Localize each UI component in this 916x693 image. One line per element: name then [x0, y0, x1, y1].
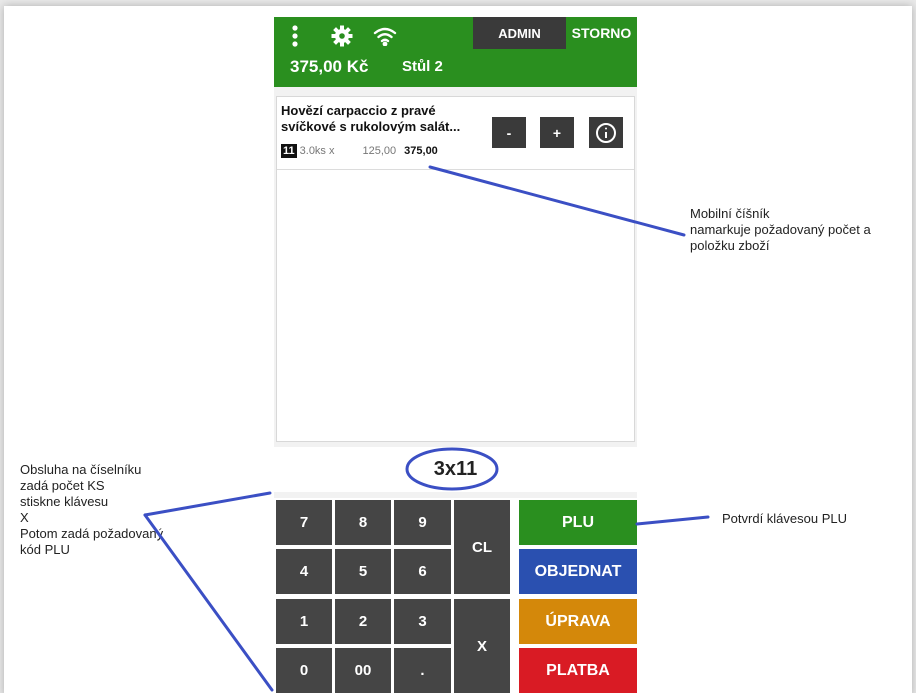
gear-icon[interactable] [330, 23, 354, 49]
info-icon [596, 122, 616, 143]
key-decimal[interactable]: . [394, 648, 451, 693]
key-6[interactable]: 6 [394, 549, 451, 594]
item-code-badge: 11 [281, 144, 297, 158]
item-info: 11 3.0ks x 125,00 375,00 [281, 144, 438, 158]
annotation-waiter: Mobilní číšník namarkuje požadovaný poče… [690, 206, 912, 254]
key-8[interactable]: 8 [335, 500, 391, 545]
key-1[interactable]: 1 [276, 599, 332, 644]
wifi-icon [372, 23, 398, 49]
numeric-keypad: 7 8 9 4 5 6 1 2 3 0 00 . CL X PLU OBJEDN… [274, 498, 637, 693]
decrease-button[interactable]: - [492, 117, 526, 148]
annotation-line: Obsluha na číselníku [20, 462, 142, 477]
annotation-line: Mobilní číšník [690, 206, 770, 221]
key-7[interactable]: 7 [276, 500, 332, 545]
plu-button[interactable]: PLU [519, 500, 637, 545]
annotation-line: X [20, 510, 29, 525]
key-0[interactable]: 0 [276, 648, 332, 693]
key-3[interactable]: 3 [394, 599, 451, 644]
platba-button[interactable]: PLATBA [519, 648, 637, 693]
admin-button[interactable]: ADMIN [473, 17, 566, 49]
pos-app-screen: ADMIN STORNO 375,00 Kč Stůl 2 Hovězí car… [274, 17, 637, 693]
app-header: ADMIN STORNO 375,00 Kč Stůl 2 [274, 17, 637, 87]
objednat-button[interactable]: OBJEDNAT [519, 549, 637, 594]
input-display: 3x11 [274, 447, 637, 492]
annotation-line: Potom zadá požadovaný [20, 526, 164, 541]
table-name: Stůl 2 [402, 58, 443, 75]
annotation-line: namarkuje požadovaný počet a [690, 222, 871, 237]
annotation-line: kód PLU [20, 542, 70, 557]
annotation-line: stiskne klávesu [20, 494, 109, 509]
annotation-line: zadá počet KS [20, 478, 105, 493]
key-4[interactable]: 4 [276, 549, 332, 594]
multiply-button[interactable]: X [454, 599, 510, 693]
key-5[interactable]: 5 [335, 549, 391, 594]
increase-button[interactable]: + [540, 117, 574, 148]
key-9[interactable]: 9 [394, 500, 451, 545]
item-name: Hovězí carpaccio z pravé svíčkové s ruko… [281, 103, 461, 134]
display-value: 3x11 [433, 458, 478, 480]
list-item[interactable]: Hovězí carpaccio z pravé svíčkové s ruko… [277, 97, 634, 170]
more-vert-icon[interactable] [288, 23, 302, 49]
key-2[interactable]: 2 [335, 599, 391, 644]
annotation-confirm: Potvrdí klávesou PLU [722, 511, 848, 526]
uprava-button[interactable]: ÚPRAVA [519, 599, 637, 644]
storno-button[interactable]: STORNO [566, 17, 637, 49]
annotation-line: položku zboží [690, 238, 770, 253]
order-total: 375,00 Kč [290, 57, 369, 76]
clear-button[interactable]: CL [454, 500, 510, 594]
key-00[interactable]: 00 [335, 648, 391, 693]
item-quantity: 3.0ks x [299, 145, 335, 157]
order-list: Hovězí carpaccio z pravé svíčkové s ruko… [276, 96, 635, 442]
annotation-operator: Obsluha na číselníku zadá počet KS stisk… [20, 462, 220, 558]
item-unit-price: 125,00 [362, 145, 397, 157]
item-line-total: 375,00 [404, 145, 438, 157]
info-button[interactable] [589, 117, 623, 148]
